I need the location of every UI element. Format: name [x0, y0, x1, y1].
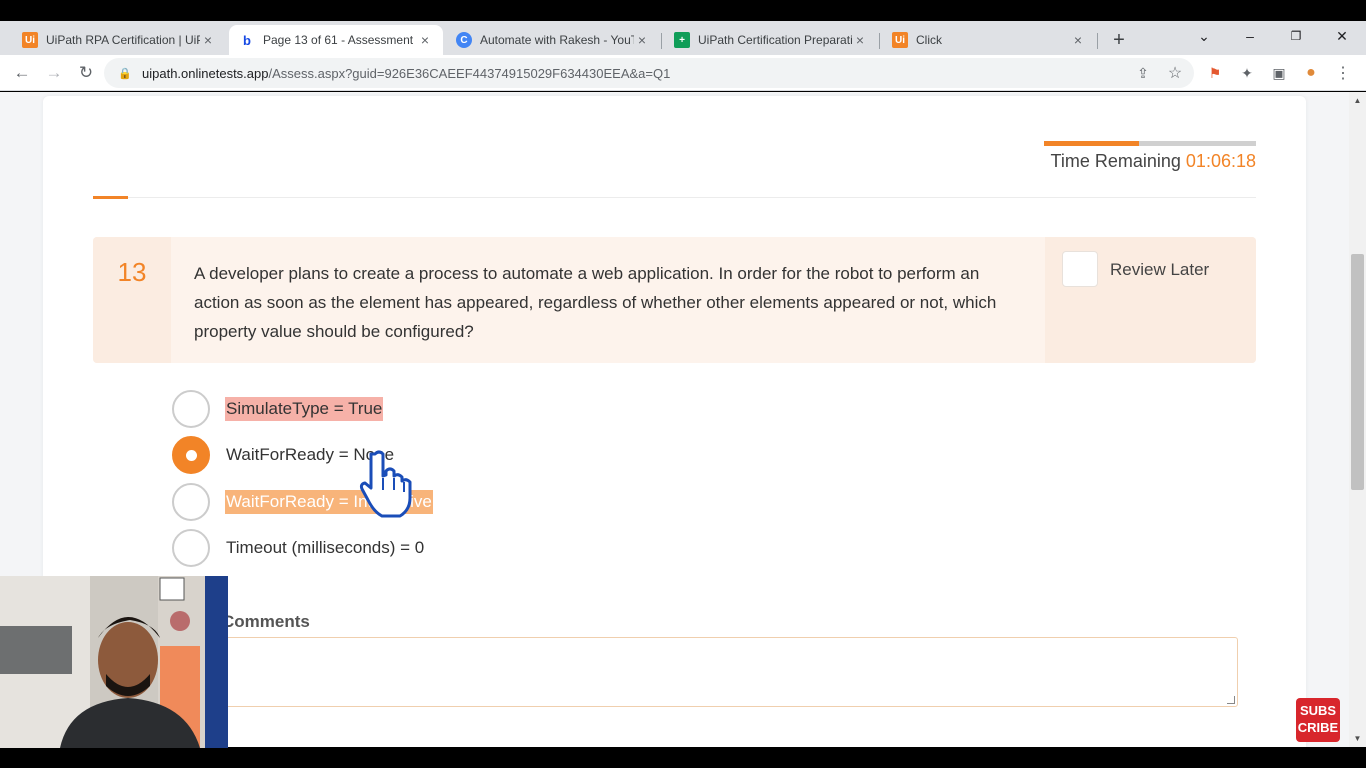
tab-close-icon[interactable]: × [852, 32, 868, 48]
menu-kebab-icon[interactable]: ⋮ [1333, 63, 1353, 83]
tab-separator [1097, 33, 1098, 49]
review-later: Review Later [1045, 237, 1256, 363]
extensions-puzzle-icon[interactable]: ✦ [1237, 63, 1257, 83]
tab-uipath-rpa-certification[interactable]: Ui UiPath RPA Certification | UiP × [12, 25, 226, 55]
top-black-bar [0, 0, 1366, 21]
subscribe-badge[interactable]: SUBS CRIBE [1296, 698, 1340, 742]
uipath-favicon-icon: Ui [22, 32, 38, 48]
lock-icon[interactable]: 🔒 [118, 67, 132, 80]
time-remaining: Time Remaining 01:06:18 [1051, 151, 1256, 172]
tab-title: UiPath Certification Preparati [698, 33, 852, 47]
time-progress-fill [1044, 141, 1140, 146]
answer-radio[interactable] [172, 390, 210, 428]
answer-radio-selected[interactable] [172, 436, 210, 474]
tab-close-icon[interactable]: × [634, 32, 650, 48]
uipath-favicon-icon: Ui [892, 32, 908, 48]
answer-radio[interactable] [172, 483, 210, 521]
tab-assessment[interactable]: b Page 13 of 61 - Assessment · × [229, 25, 443, 55]
bottom-black-bar [0, 748, 1366, 768]
time-progress-bar [1044, 141, 1256, 146]
time-remaining-value: 01:06:18 [1185, 151, 1256, 171]
restore-button[interactable]: ❐ [1273, 21, 1319, 51]
webcam-overlay [0, 576, 228, 748]
tab-close-icon[interactable]: × [1070, 32, 1086, 48]
tab-automate-with-rakesh[interactable]: C Automate with Rakesh - YouT × [446, 25, 660, 55]
question-box: 13 A developer plans to create a process… [93, 237, 1256, 363]
tab-title: Automate with Rakesh - YouT [480, 33, 634, 47]
url-path: /Assess.aspx?guid=926E36CAEEF44374915029… [268, 65, 671, 81]
tab-title: Page 13 of 61 - Assessment · [263, 33, 417, 47]
scrollbar-thumb[interactable] [1351, 254, 1364, 490]
tab-uipath-certification-preparation[interactable]: + UiPath Certification Preparati × [664, 25, 878, 55]
tab-close-icon[interactable]: × [417, 32, 433, 48]
resize-handle-icon[interactable] [1227, 696, 1235, 704]
tab-close-icon[interactable]: × [200, 32, 216, 48]
subscribe-line: SUBS [1299, 703, 1337, 718]
tab-separator [879, 33, 880, 49]
address-bar[interactable]: 🔒 uipath.onlinetests.app/Assess.aspx?gui… [104, 58, 1194, 88]
reload-icon[interactable]: ↻ [74, 61, 98, 85]
close-window-button[interactable]: ✕ [1319, 21, 1365, 51]
tab-click[interactable]: Ui Click × [882, 25, 1096, 55]
hand-pointer-cursor-icon [359, 450, 412, 518]
new-tab-button[interactable]: + [1106, 27, 1132, 53]
assessment-card: Time Remaining 01:06:18 13 A developer p… [43, 96, 1306, 747]
answer-radio[interactable] [172, 529, 210, 567]
divider-accent [93, 196, 128, 199]
question-number: 13 [93, 237, 171, 363]
tab-separator [661, 33, 662, 49]
page-scrollbar[interactable]: ▲ ▼ [1349, 92, 1366, 747]
tab-strip: Ui UiPath RPA Certification | UiP × b Pa… [0, 21, 1366, 55]
sheets-favicon-icon: + [674, 32, 690, 48]
share-icon[interactable]: ⇪ [1133, 63, 1153, 83]
review-later-label[interactable]: Review Later [1110, 260, 1209, 280]
subscribe-line: CRIBE [1297, 720, 1339, 735]
scroll-down-arrow-icon[interactable]: ▼ [1349, 730, 1366, 747]
tab-search-icon[interactable]: ⌄ [1181, 21, 1227, 51]
channel-favicon-icon: C [456, 32, 472, 48]
answer-option[interactable]: Timeout (milliseconds) = 0 [172, 529, 425, 567]
time-remaining-label: Time Remaining [1050, 151, 1181, 171]
answer-option-label[interactable]: SimulateType = True [225, 397, 384, 421]
forward-arrow-icon[interactable]: → [42, 61, 66, 85]
side-panel-icon[interactable]: ▣ [1269, 63, 1289, 83]
divider [93, 197, 1256, 198]
tab-title: UiPath RPA Certification | UiP [46, 33, 200, 47]
answer-option-label[interactable]: Timeout (milliseconds) = 0 [225, 536, 425, 560]
tab-title: Click [916, 33, 942, 47]
comments-textarea[interactable] [214, 637, 1238, 707]
back-arrow-icon[interactable]: ← [10, 61, 34, 85]
minimize-button[interactable]: – [1227, 21, 1273, 51]
answer-option[interactable]: SimulateType = True [172, 390, 384, 428]
extension-icon[interactable]: ⚑ [1205, 63, 1225, 83]
comments-label: Comments [222, 612, 310, 631]
question-text: A developer plans to create a process to… [194, 264, 997, 341]
profile-avatar-icon[interactable]: ● [1301, 63, 1321, 83]
browser-toolbar: ← → ↻ 🔒 uipath.onlinetests.app/Assess.as… [0, 55, 1366, 91]
url-host: uipath.onlinetests.app [142, 65, 269, 81]
bookmark-star-icon[interactable]: ☆ [1165, 63, 1185, 83]
bing-favicon-icon: b [243, 32, 251, 48]
scroll-up-arrow-icon[interactable]: ▲ [1349, 92, 1366, 109]
review-later-checkbox[interactable] [1062, 251, 1098, 287]
